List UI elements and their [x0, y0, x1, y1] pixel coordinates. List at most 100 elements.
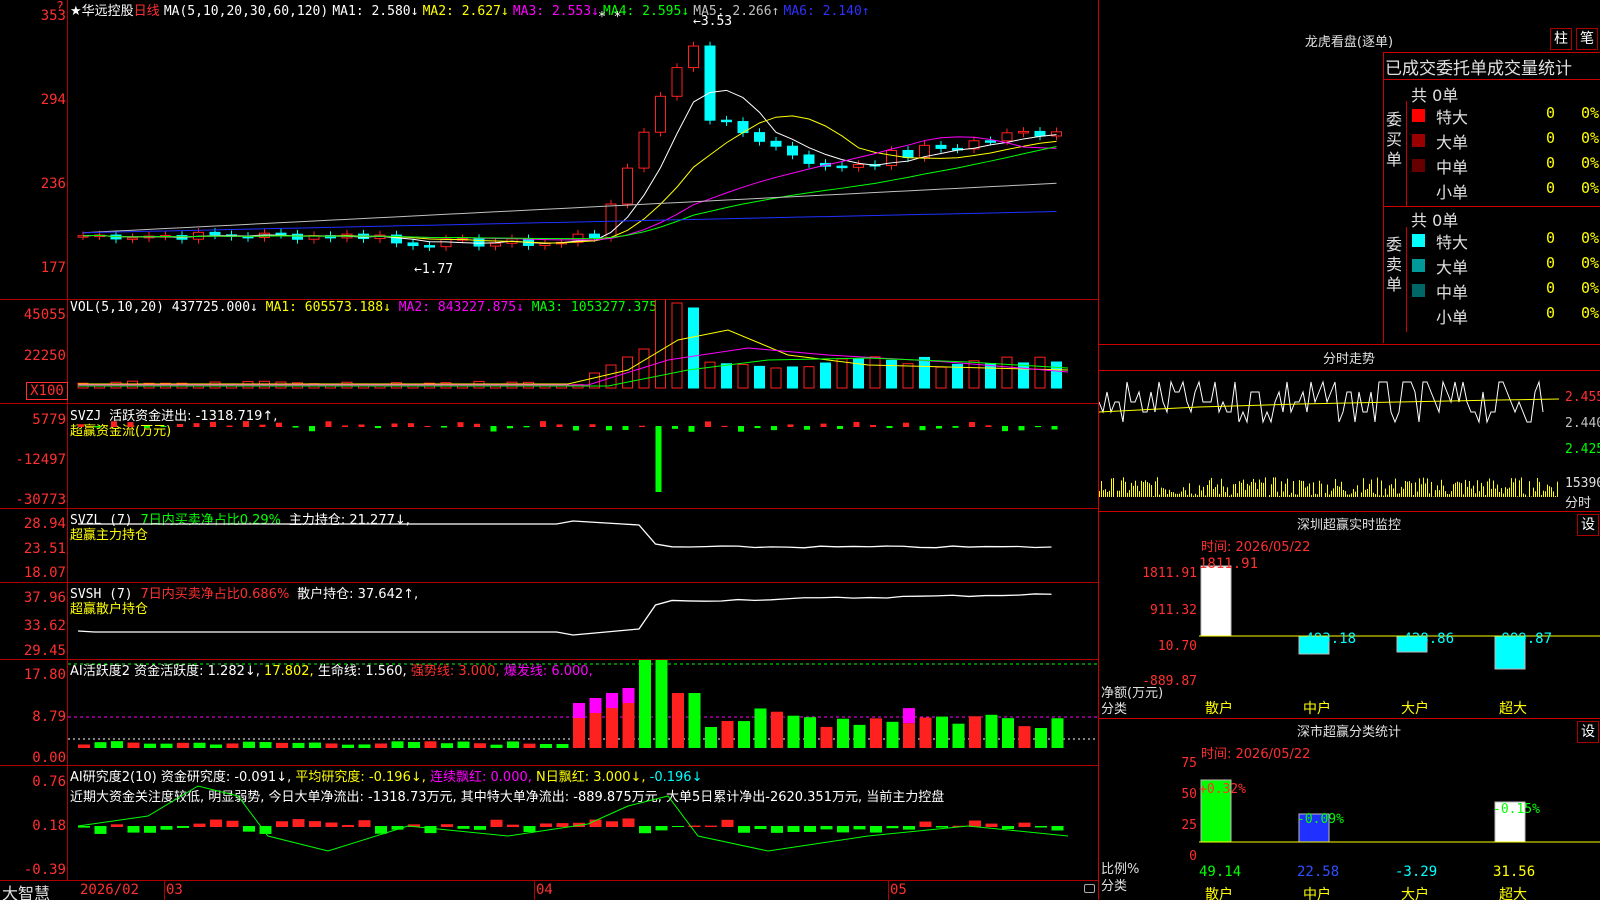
- intraday-vol-bar: [1299, 480, 1300, 497]
- row-count: 0: [1546, 104, 1556, 122]
- sz-class-xlabel: 分类: [1101, 879, 1128, 894]
- research-bar: [94, 826, 107, 834]
- flow-bar: [309, 426, 315, 432]
- intraday-vol-bar: [1269, 495, 1270, 497]
- svzj-chart[interactable]: [68, 404, 1098, 508]
- intraday-vol-bar: [1169, 489, 1170, 497]
- research-bar: [193, 823, 206, 827]
- intraday-vol-bar: [1211, 477, 1212, 497]
- intraday-vol-bar: [1183, 487, 1184, 497]
- ma-line: [82, 115, 1057, 244]
- volume-bar: [688, 307, 699, 389]
- swatch: [1412, 259, 1425, 272]
- main-chart-area[interactable]: ★华远控股日线 MA(5,10,20,30,60,120) MA1: 2.580…: [0, 0, 1099, 900]
- activity-bar: [111, 741, 123, 748]
- research-bar: [820, 826, 833, 830]
- stroke-button[interactable]: 笔: [1576, 28, 1598, 50]
- activity-bar: [886, 721, 899, 748]
- ai-active-chart[interactable]: [68, 660, 1098, 765]
- research-bar: [243, 826, 255, 832]
- intraday-vol-bar: [1417, 491, 1418, 497]
- research-bar: [721, 819, 734, 827]
- research-bar: [804, 826, 816, 832]
- intraday-vol-bar: [1529, 481, 1530, 497]
- sz-axis: 10.70: [1157, 639, 1197, 654]
- research-bar: [490, 819, 503, 827]
- activity-bar: [127, 742, 140, 748]
- intraday-vol-bar: [1451, 491, 1452, 497]
- stats-title: 已成交委托单成交量统计: [1385, 59, 1572, 79]
- pillar-button[interactable]: 柱: [1550, 28, 1572, 50]
- intraday-vol-bar: [1129, 490, 1130, 497]
- vol-tick: 45055: [23, 307, 66, 323]
- activity-bar: [804, 717, 816, 748]
- intraday-vol-bar: [1437, 485, 1438, 497]
- sz-monitor-settings-button[interactable]: 设: [1577, 514, 1599, 536]
- research-bar: [144, 826, 156, 833]
- intraday-vol-bar: [1355, 491, 1356, 497]
- intraday-vol-bar: [1213, 488, 1214, 497]
- sz-class-axis: 75: [1181, 756, 1197, 771]
- intraday-vol-bar: [1525, 494, 1526, 497]
- research-bar: [622, 818, 635, 827]
- brand-label[interactable]: 大智慧: [2, 880, 50, 900]
- activity-bar: [210, 744, 222, 748]
- intraday-vol-bar: [1263, 482, 1264, 497]
- row-name: 特大: [1436, 108, 1469, 127]
- buy-row: 小单 0 0%: [1409, 179, 1600, 202]
- research-bar: [787, 826, 800, 832]
- intraday-vol-bar: [1107, 492, 1108, 497]
- svzl-chart[interactable]: [68, 509, 1098, 582]
- intraday-vol-bar: [1491, 488, 1492, 497]
- category-label: 散户: [1205, 887, 1233, 900]
- candle-body: [853, 164, 864, 168]
- flow-bar: [177, 423, 183, 427]
- research-bar: [672, 826, 684, 828]
- intraday-vol-bar: [1509, 487, 1510, 497]
- volume-bar: [1051, 361, 1062, 389]
- sz-monitor-title: 深圳超赢实时监控: [1296, 518, 1401, 533]
- activity-bar: [655, 660, 668, 748]
- flow-bar: [540, 421, 546, 427]
- flow-bar: [226, 425, 233, 427]
- intraday-vol-bar: [1415, 482, 1416, 497]
- flow-bar: [160, 426, 167, 428]
- intraday-vol-bar: [1521, 477, 1522, 497]
- lock-icon[interactable]: [1084, 884, 1095, 893]
- intraday-tick: 2.440: [1565, 416, 1600, 431]
- research-bar: [474, 826, 486, 830]
- intraday-vol-bar: [1227, 487, 1228, 497]
- row-pct: 0%: [1581, 179, 1600, 197]
- svsh-chart[interactable]: [68, 583, 1098, 659]
- activity-bar: [754, 708, 767, 748]
- candle-body: [803, 154, 815, 164]
- intraday-vol-bar: [1243, 479, 1244, 497]
- intraday-chart[interactable]: [1099, 372, 1564, 510]
- svzl-tick: 23.51: [23, 541, 66, 557]
- intraday-vol-bar: [1273, 477, 1274, 497]
- candle-body: [490, 242, 501, 247]
- row-pct: 0%: [1581, 279, 1600, 297]
- intraday-vol-bar: [1343, 489, 1344, 497]
- flow-bar: [276, 422, 282, 427]
- candlestick-chart[interactable]: [68, 0, 1098, 299]
- volume-chart[interactable]: [68, 300, 1098, 403]
- intraday-vol-bar: [1497, 484, 1498, 497]
- sz-class-settings-button[interactable]: 设: [1577, 721, 1599, 743]
- candle-body: [671, 67, 683, 97]
- flow-bar: [358, 424, 365, 427]
- volume-bar: [721, 363, 732, 389]
- intraday-vol-bar: [1253, 478, 1254, 497]
- research-bar: [342, 825, 354, 827]
- activity-bar: [985, 714, 998, 748]
- date-tick: 04: [536, 882, 553, 898]
- intraday-vol-bar: [1209, 480, 1210, 497]
- volume-bar: [820, 362, 831, 389]
- sz-monitor-chart[interactable]: [1199, 556, 1600, 696]
- ai-research-chart[interactable]: [68, 766, 1098, 880]
- intraday-vol-bar: [1163, 488, 1164, 497]
- bar-value-label: 31.56: [1493, 864, 1536, 880]
- activity-bar: [309, 742, 321, 748]
- sz-class-axis: 25: [1181, 818, 1197, 833]
- category-label: 大户: [1401, 701, 1429, 717]
